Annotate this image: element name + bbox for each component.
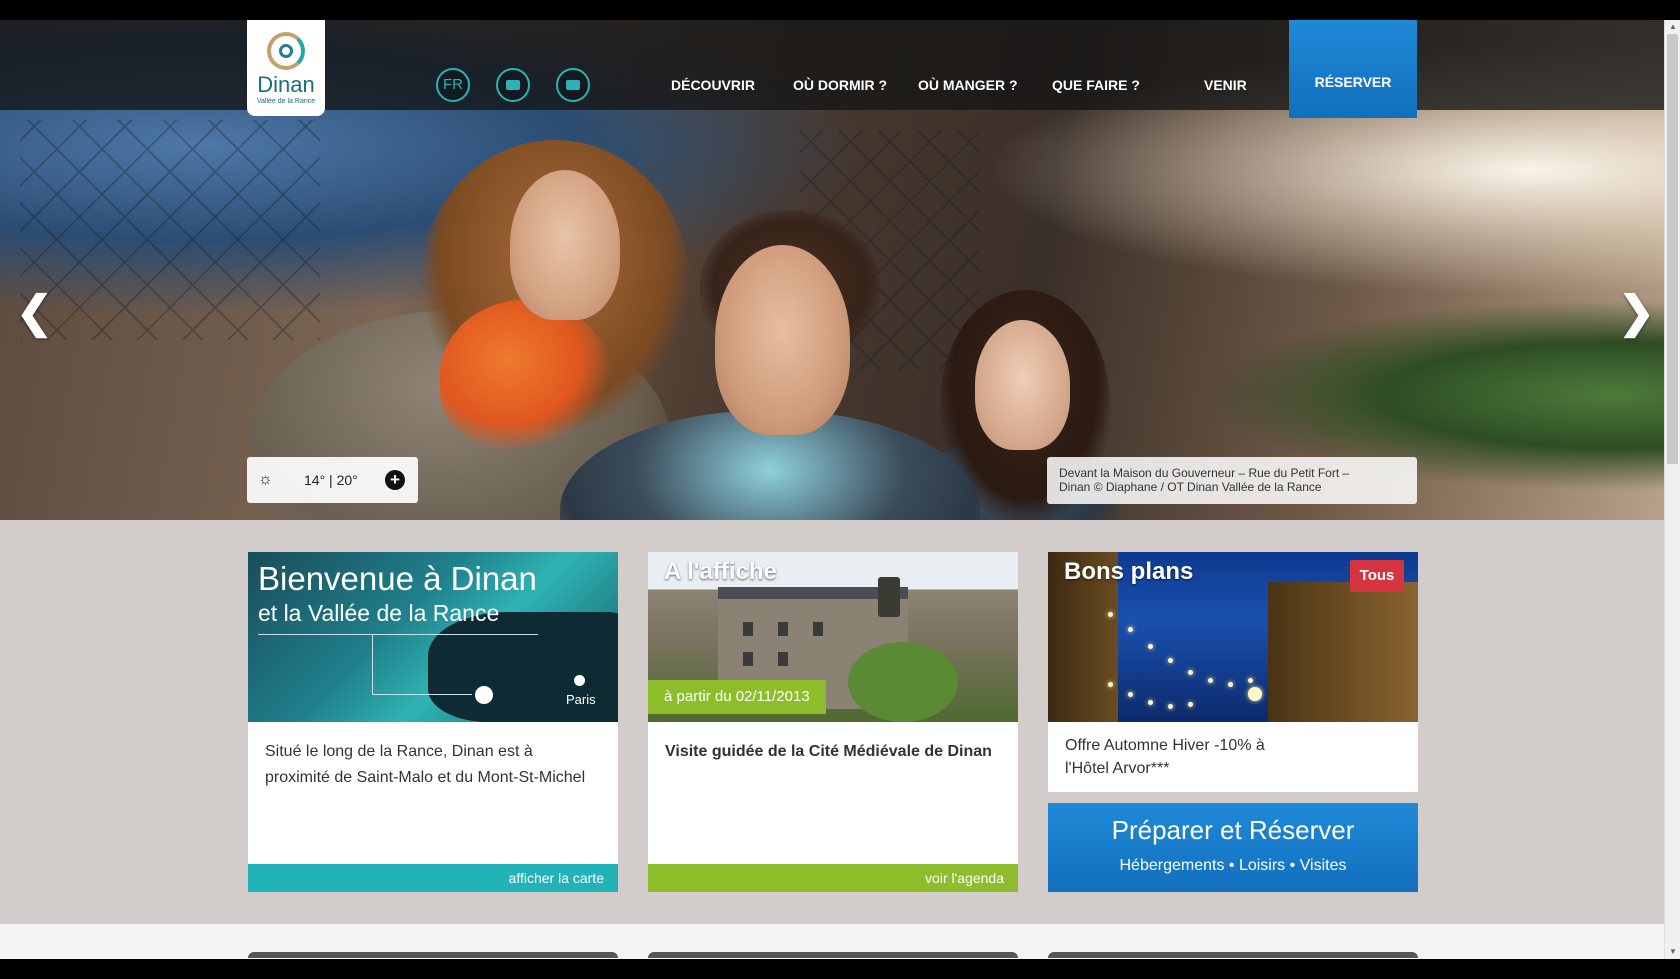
next-card-peek [248, 952, 618, 958]
nav-ou-dormir[interactable]: OÙ DORMIR ? [793, 77, 887, 93]
hero-person-1-scarf [440, 300, 610, 450]
site-header: Dinan Vallée de la Rance FR DÉCOUVRIR OÙ… [0, 20, 1664, 118]
prepare-subtitle: Hébergements • Loisirs • Visites [1119, 857, 1347, 874]
map-paris-label: Paris [566, 692, 596, 707]
deals-text: Offre Automne Hiver -10% à l'Hôtel Arvor… [1048, 722, 1418, 780]
string-light [1108, 612, 1113, 617]
agenda-town-image: A l'affiche à partir du 02/11/2013 [648, 552, 1018, 722]
agenda-text: Visite guidée de la Cité Médiévale de Di… [665, 743, 992, 760]
string-light [1188, 670, 1193, 675]
building-window [778, 652, 788, 666]
browser-viewport: ❮ ❯ ☼ 14° | 20° + Devant la Maison du Go… [0, 20, 1664, 959]
building-window [743, 622, 753, 636]
street-lamp [878, 577, 900, 617]
string-light [1148, 700, 1153, 705]
deals-night-image: Bons plans Tous [1048, 552, 1418, 722]
logo-swirl-inner [279, 44, 293, 58]
mail-icon[interactable] [556, 68, 590, 102]
caption-line-2: Dinan © Diaphane / OT Dinan Vallée de la… [1059, 480, 1322, 494]
scrollbar-thumb[interactable] [1667, 34, 1678, 464]
building-window [813, 622, 823, 636]
string-light [1228, 682, 1233, 687]
language-switcher[interactable]: FR [436, 68, 470, 102]
scroll-down-arrow-icon[interactable]: ▼ [1665, 945, 1680, 959]
hero-photo-caption: Devant la Maison du Gouverneur – Rue du … [1047, 457, 1417, 504]
window-bottom-edge [0, 959, 1680, 979]
deals-title: Bons plans [1064, 558, 1194, 585]
agenda-title: A l'affiche [664, 558, 777, 585]
string-light [1128, 692, 1133, 697]
hero-window-left [20, 120, 320, 340]
deals-all-badge[interactable]: Tous [1350, 560, 1404, 592]
weather-expand-icon[interactable]: + [385, 470, 405, 490]
caption-line-1: Devant la Maison du Gouverneur – Rue du … [1059, 466, 1350, 480]
welcome-title: Bienvenue à Dinan [258, 560, 537, 597]
logo-subtitle: Vallée de la Rance [256, 98, 316, 105]
string-light [1248, 678, 1253, 683]
string-light [1168, 704, 1173, 709]
hero-person-2-face [715, 245, 850, 435]
envelope-glyph [566, 80, 580, 91]
map-dinan-marker [475, 686, 493, 704]
weather-widget[interactable]: ☼ 14° | 20° + [247, 457, 418, 503]
view-agenda-link[interactable]: voir l'agenda [648, 864, 1018, 892]
string-light [1128, 627, 1133, 632]
map-line [372, 694, 472, 695]
next-card-peek [1048, 952, 1418, 958]
agenda-date: à partir du 02/11/2013 [648, 680, 826, 714]
welcome-map-image: Bienvenue à Dinan et la Vallée de la Ran… [248, 552, 618, 722]
welcome-subtitle: et la Vallée de la Rance [258, 600, 500, 626]
building-window [743, 652, 753, 666]
card-agenda[interactable]: A l'affiche à partir du 02/11/2013 Visit… [648, 552, 1018, 892]
building-window [778, 622, 788, 636]
reserve-button[interactable]: RÉSERVER [1289, 20, 1417, 118]
next-card-peek [648, 952, 1018, 958]
site-logo[interactable]: Dinan Vallée de la Rance [247, 20, 325, 116]
deals-text-line-1: Offre Automne Hiver -10% à [1065, 737, 1265, 754]
suitcase-glyph [506, 80, 520, 91]
string-light [1148, 644, 1153, 649]
vertical-scrollbar[interactable]: ▲ ▼ [1664, 20, 1680, 959]
nav-decouvrir[interactable]: DÉCOUVRIR [671, 77, 755, 93]
string-light [1168, 658, 1173, 663]
prepare-reserve-banner[interactable]: Préparer et Réserver Hébergements • Lois… [1048, 803, 1418, 892]
string-light [1208, 678, 1213, 683]
town-tree [848, 642, 958, 722]
card-deals[interactable]: Bons plans Tous Offre Automne Hiver -10%… [1048, 552, 1418, 792]
prepare-title: Préparer et Réserver [1111, 815, 1355, 845]
string-light [1188, 702, 1193, 707]
show-map-link[interactable]: afficher la carte [248, 864, 618, 892]
next-section [0, 924, 1664, 959]
slider-next-button[interactable]: ❯ [1618, 288, 1655, 338]
map-line [258, 634, 538, 635]
street-lamp-glow [1248, 687, 1262, 701]
night-wall-right [1268, 582, 1418, 722]
hero-person-1-face [510, 170, 620, 320]
welcome-text: Situé le long de la Rance, Dinan est à p… [265, 743, 586, 786]
hero-person-3-face [975, 320, 1070, 450]
suitcase-icon[interactable] [496, 68, 530, 102]
card-welcome[interactable]: Bienvenue à Dinan et la Vallée de la Ran… [248, 552, 618, 892]
nav-venir[interactable]: VENIR [1204, 77, 1247, 93]
deals-text-line-2: l'Hôtel Arvor*** [1065, 760, 1170, 777]
nav-ou-manger[interactable]: OÙ MANGER ? [918, 77, 1018, 93]
map-paris-marker [574, 675, 585, 686]
slider-prev-button[interactable]: ❮ [16, 288, 53, 338]
logo-name: Dinan [257, 72, 315, 97]
weather-temperature: 14° | 20° [304, 472, 358, 488]
map-line [372, 634, 373, 694]
scroll-up-arrow-icon[interactable]: ▲ [1665, 20, 1680, 34]
nav-que-faire[interactable]: QUE FAIRE ? [1052, 77, 1140, 93]
string-light [1108, 682, 1113, 687]
weather-sun-cloud-icon: ☼ [258, 471, 273, 488]
